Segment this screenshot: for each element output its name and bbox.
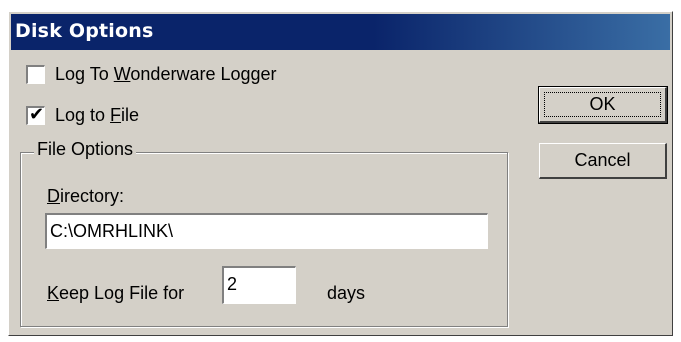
label-accelerator: D bbox=[47, 186, 60, 206]
title-bar[interactable]: Disk Options bbox=[11, 14, 670, 50]
directory-input[interactable]: C:\OMRHLINK\ bbox=[45, 213, 488, 249]
cancel-button-label: Cancel bbox=[574, 150, 631, 170]
log-to-file-checkbox[interactable]: ✔ bbox=[26, 104, 45, 125]
log-to-logger-checkbox[interactable] bbox=[26, 65, 45, 84]
file-options-legend: File Options bbox=[34, 139, 137, 160]
keep-log-label: Keep Log File for bbox=[47, 283, 184, 304]
ok-button[interactable]: OK bbox=[538, 86, 668, 124]
label-text: eep Log File for bbox=[59, 283, 185, 303]
focus-rectangle bbox=[544, 92, 661, 117]
log-to-logger-label[interactable]: Log To Wonderware Logger bbox=[55, 64, 277, 85]
log-to-file-label[interactable]: Log to File bbox=[55, 105, 139, 126]
label-text: onderware Logger bbox=[130, 64, 277, 84]
label-text: Log to bbox=[55, 105, 111, 125]
days-label: days bbox=[327, 283, 366, 303]
cancel-button[interactable]: Cancel bbox=[539, 143, 667, 179]
dialog-title: Disk Options bbox=[15, 20, 154, 42]
checkmark-icon: ✔ bbox=[28, 104, 45, 125]
label-text: ile bbox=[121, 105, 140, 125]
directory-label: Directory: bbox=[47, 186, 124, 207]
label-text: irectory: bbox=[60, 186, 125, 206]
label-text: Log To bbox=[55, 64, 114, 84]
keep-days-input[interactable]: 2 bbox=[222, 266, 296, 304]
label-accelerator: K bbox=[47, 283, 60, 303]
label-accelerator: F bbox=[110, 105, 122, 125]
label-accelerator: W bbox=[113, 64, 131, 84]
checkmark-icon bbox=[28, 63, 45, 80]
